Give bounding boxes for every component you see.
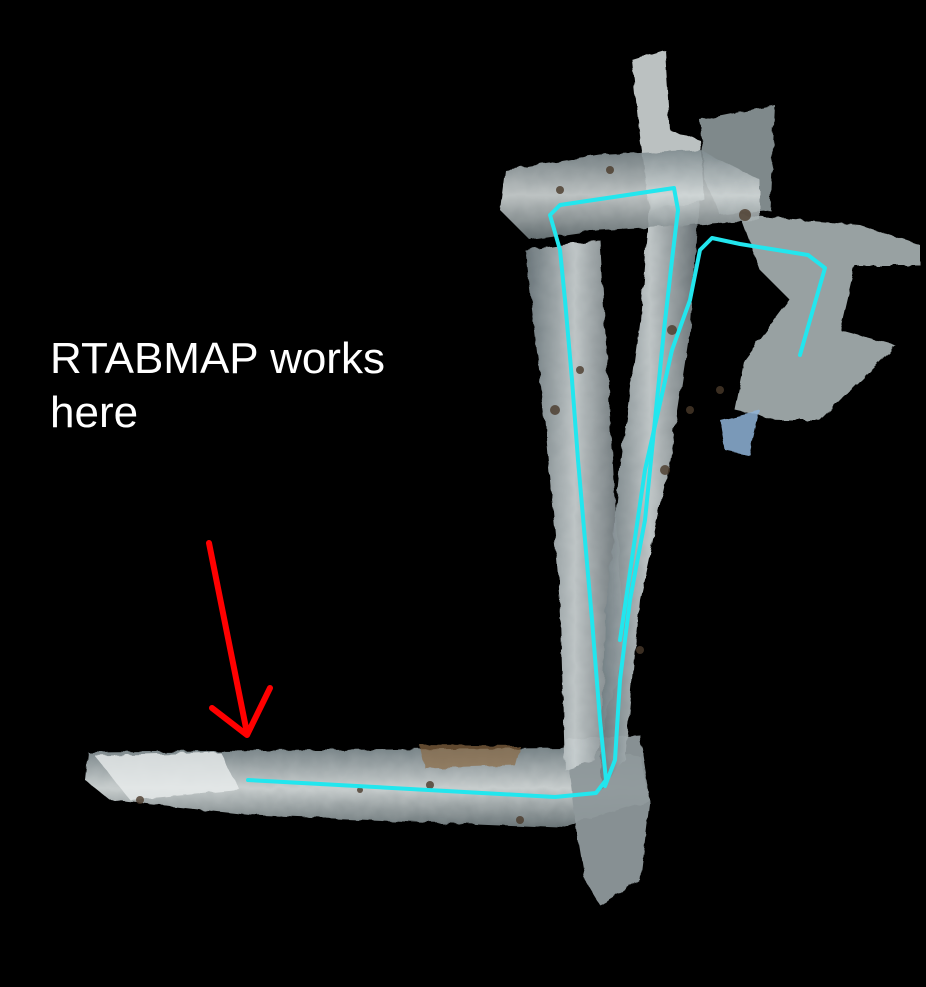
point-cloud-map [85, 50, 920, 905]
annotation-label: RTABMAP works here [50, 332, 480, 440]
corridor-diagonal-right [600, 200, 700, 790]
arrow-down-right-icon [206, 540, 273, 738]
annotation-line-1: RTABMAP works [50, 334, 385, 383]
annotation-line-2: here [50, 388, 139, 437]
3d-viewport[interactable]: RTABMAP works here [0, 0, 926, 987]
corridor-right-branch [720, 215, 920, 455]
